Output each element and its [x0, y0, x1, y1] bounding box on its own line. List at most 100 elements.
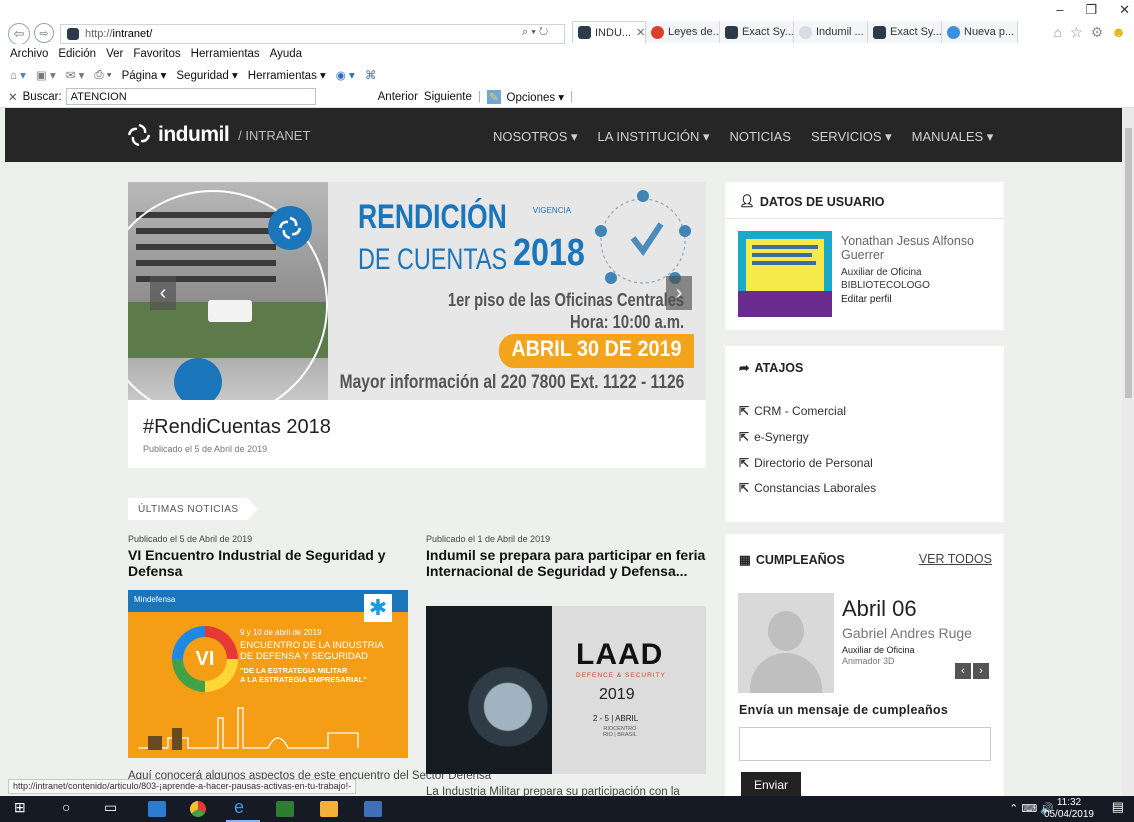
tab-leyes[interactable]: Leyes de... [646, 21, 720, 43]
forward-button[interactable]: ⇨ [34, 23, 54, 43]
hero-year: 2018 [513, 232, 586, 274]
latest-news-label: ÚLTIMAS NOTICIAS [128, 498, 258, 520]
tab-new-page[interactable]: Nueva p... [942, 21, 1018, 43]
shortcut-constancias[interactable]: ⇱ Constancias Laborales [739, 481, 876, 495]
file-explorer-icon[interactable] [148, 801, 166, 817]
scrollbar-thumb[interactable] [1125, 128, 1132, 398]
tab-favicon-icon [873, 25, 886, 39]
feeds-icon[interactable]: ▣ ▾ [36, 68, 56, 82]
find-previous-button[interactable]: Anterior [378, 91, 418, 103]
notifications-icon[interactable]: ▤ [1112, 799, 1124, 815]
nav-nosotros[interactable]: NOSOTROS ▾ [493, 129, 578, 145]
tab-close-icon[interactable]: ✕ [636, 26, 645, 39]
hero-title-line2: DE CUENTAS [358, 243, 508, 276]
news-image-days: 9 y 10 de abril de 2019 [240, 628, 322, 637]
clock[interactable]: 11:32 05/04/2019 [1044, 797, 1094, 821]
task-view-icon[interactable]: ▭ [104, 799, 117, 816]
smiley-icon[interactable]: ☻ [1111, 24, 1126, 41]
mail-app-icon[interactable] [320, 801, 338, 817]
menu-ayuda[interactable]: Ayuda [270, 48, 302, 60]
birthday-next-button[interactable]: › [973, 663, 989, 679]
user-dept: BIBLIOTECOLOGO [841, 280, 930, 291]
nav-servicios[interactable]: SERVICIOS ▾ [811, 129, 892, 145]
find-next-button[interactable]: Siguiente [424, 91, 472, 103]
internet-explorer-icon[interactable]: e [234, 797, 244, 818]
nav-manuales[interactable]: MANUALES ▾ [912, 129, 994, 145]
help-icon[interactable]: ◉ ▾ [336, 68, 355, 82]
back-button[interactable]: ⇦ [8, 23, 30, 45]
search-icon[interactable]: ○ [62, 799, 70, 815]
news-title[interactable]: Indumil se prepara para participar en fe… [426, 547, 708, 579]
news-item[interactable]: Publicado el 1 de Abril de 2019 Indumil … [426, 534, 708, 579]
hero-banner[interactable]: RENDICIÓN VIGENCIA DE CUENTAS 2018 1er p… [128, 182, 706, 400]
menu-edicion[interactable]: Edición [58, 48, 96, 60]
chrome-icon[interactable] [190, 801, 206, 817]
news-item[interactable]: Publicado el 5 de Abril de 2019 VI Encue… [128, 534, 410, 579]
news-image-laad[interactable]: LAAD DEFENCE & SECURITY 2019 2 - 5 | ABR… [426, 606, 706, 774]
highlight-icon[interactable]: ✎ [486, 89, 501, 104]
page-menu[interactable]: Página ▾ [122, 68, 167, 82]
tab-exact-2[interactable]: Exact Sy... [868, 21, 942, 43]
user-icon: 👤︎ [739, 194, 755, 208]
menu-favoritos[interactable]: Favoritos [133, 48, 180, 60]
windows-start-icon[interactable]: ⊞ [14, 799, 26, 816]
indumil-logo-icon [127, 123, 151, 147]
user-role: Auxiliar de Oficina [841, 267, 922, 278]
menu-herramientas[interactable]: Herramientas [191, 48, 260, 60]
user-name: Yonathan Jesus Alfonso Guerrer [841, 234, 974, 262]
hero-caption-title[interactable]: #RendiCuentas 2018 [143, 416, 331, 439]
star-icon[interactable]: ☆ [1070, 24, 1083, 41]
tab-indumil[interactable]: INDU... ✕ [572, 21, 646, 43]
research-icon[interactable]: ⌘ [365, 68, 377, 82]
edit-profile-link[interactable]: Editar perfil [841, 294, 892, 305]
tools-menu[interactable]: Herramientas ▾ [248, 68, 326, 82]
shortcut-esynergy[interactable]: ⇱ e-Synergy [739, 430, 809, 444]
find-divider: | [570, 90, 574, 103]
excel-icon[interactable] [276, 801, 294, 817]
nav-institucion[interactable]: LA INSTITUCIÓN ▾ [598, 129, 710, 145]
address-bar[interactable]: http:// intranet/ [60, 24, 565, 44]
home-icon[interactable]: ⌂ [1054, 24, 1062, 41]
print-icon[interactable]: ⎙ ▾ [94, 69, 111, 82]
security-menu[interactable]: Seguridad ▾ [176, 68, 237, 82]
carousel-prev-button[interactable]: ‹ [150, 276, 176, 310]
news-image-text: ENCUENTRO DE LA INDUSTRIA DE DEFENSA Y S… [240, 640, 384, 662]
external-link-icon: ⇱ [739, 404, 750, 418]
clock-time: 11:32 [1056, 797, 1082, 808]
restore-button[interactable]: ❐ [1085, 2, 1097, 18]
carousel-next-button[interactable]: › [666, 276, 692, 310]
word-icon[interactable] [364, 801, 382, 817]
home-icon[interactable]: ⌂ ▾ [10, 68, 26, 82]
birthday-message-input[interactable] [739, 727, 991, 761]
find-options-button[interactable]: Opciones ▾ [507, 90, 565, 104]
shortcut-crm[interactable]: ⇱ CRM - Comercial [739, 404, 846, 418]
mail-icon[interactable]: ✉ ▾ [66, 68, 85, 82]
external-link-icon: ⇱ [739, 481, 750, 495]
menu-ver[interactable]: Ver [106, 48, 123, 60]
nav-noticias[interactable]: NOTICIAS [730, 129, 791, 145]
shortcut-directory[interactable]: ⇱ Directorio de Personal [739, 456, 873, 470]
address-search-refresh[interactable]: ⌕ ▾ ↻ [522, 26, 548, 39]
tab-exact-1[interactable]: Exact Sy... [720, 21, 794, 43]
user-avatar [738, 231, 832, 317]
find-input[interactable] [65, 88, 316, 105]
send-button[interactable]: Enviar [741, 772, 801, 796]
news-image-encuentro[interactable]: Mindefensa ✱ VI 9 y 10 de abril de 2019 … [128, 590, 408, 758]
birthdays-heading: ▦ CUMPLEAÑOS [739, 552, 845, 568]
news-date: Publicado el 5 de Abril de 2019 [128, 534, 253, 544]
tab-indumil-2[interactable]: Indumil ... [794, 21, 868, 43]
window-controls: – ❐ ✕ [1056, 2, 1130, 18]
menu-archivo[interactable]: Archivo [10, 48, 48, 60]
minimize-button[interactable]: – [1056, 2, 1063, 18]
gear-icon[interactable]: ⚙ [1091, 24, 1104, 41]
news-title[interactable]: VI Encuentro Industrial de Seguridad y D… [128, 547, 410, 579]
industry-skyline-icon [138, 707, 359, 750]
tab-favicon-icon [725, 25, 738, 39]
user-panel-heading: 👤︎ DATOS DE USUARIO [739, 194, 884, 209]
find-close-icon[interactable]: ✕ [8, 90, 18, 104]
see-all-link[interactable]: VER TODOS [919, 552, 992, 566]
find-bar: ✕ Buscar: Anterior Siguiente | ✎ Opcione… [0, 86, 1134, 108]
birthday-prev-button[interactable]: ‹ [955, 663, 971, 679]
close-window-button[interactable]: ✕ [1119, 2, 1130, 18]
site-logo[interactable]: indumil / INTRANET [126, 122, 310, 148]
